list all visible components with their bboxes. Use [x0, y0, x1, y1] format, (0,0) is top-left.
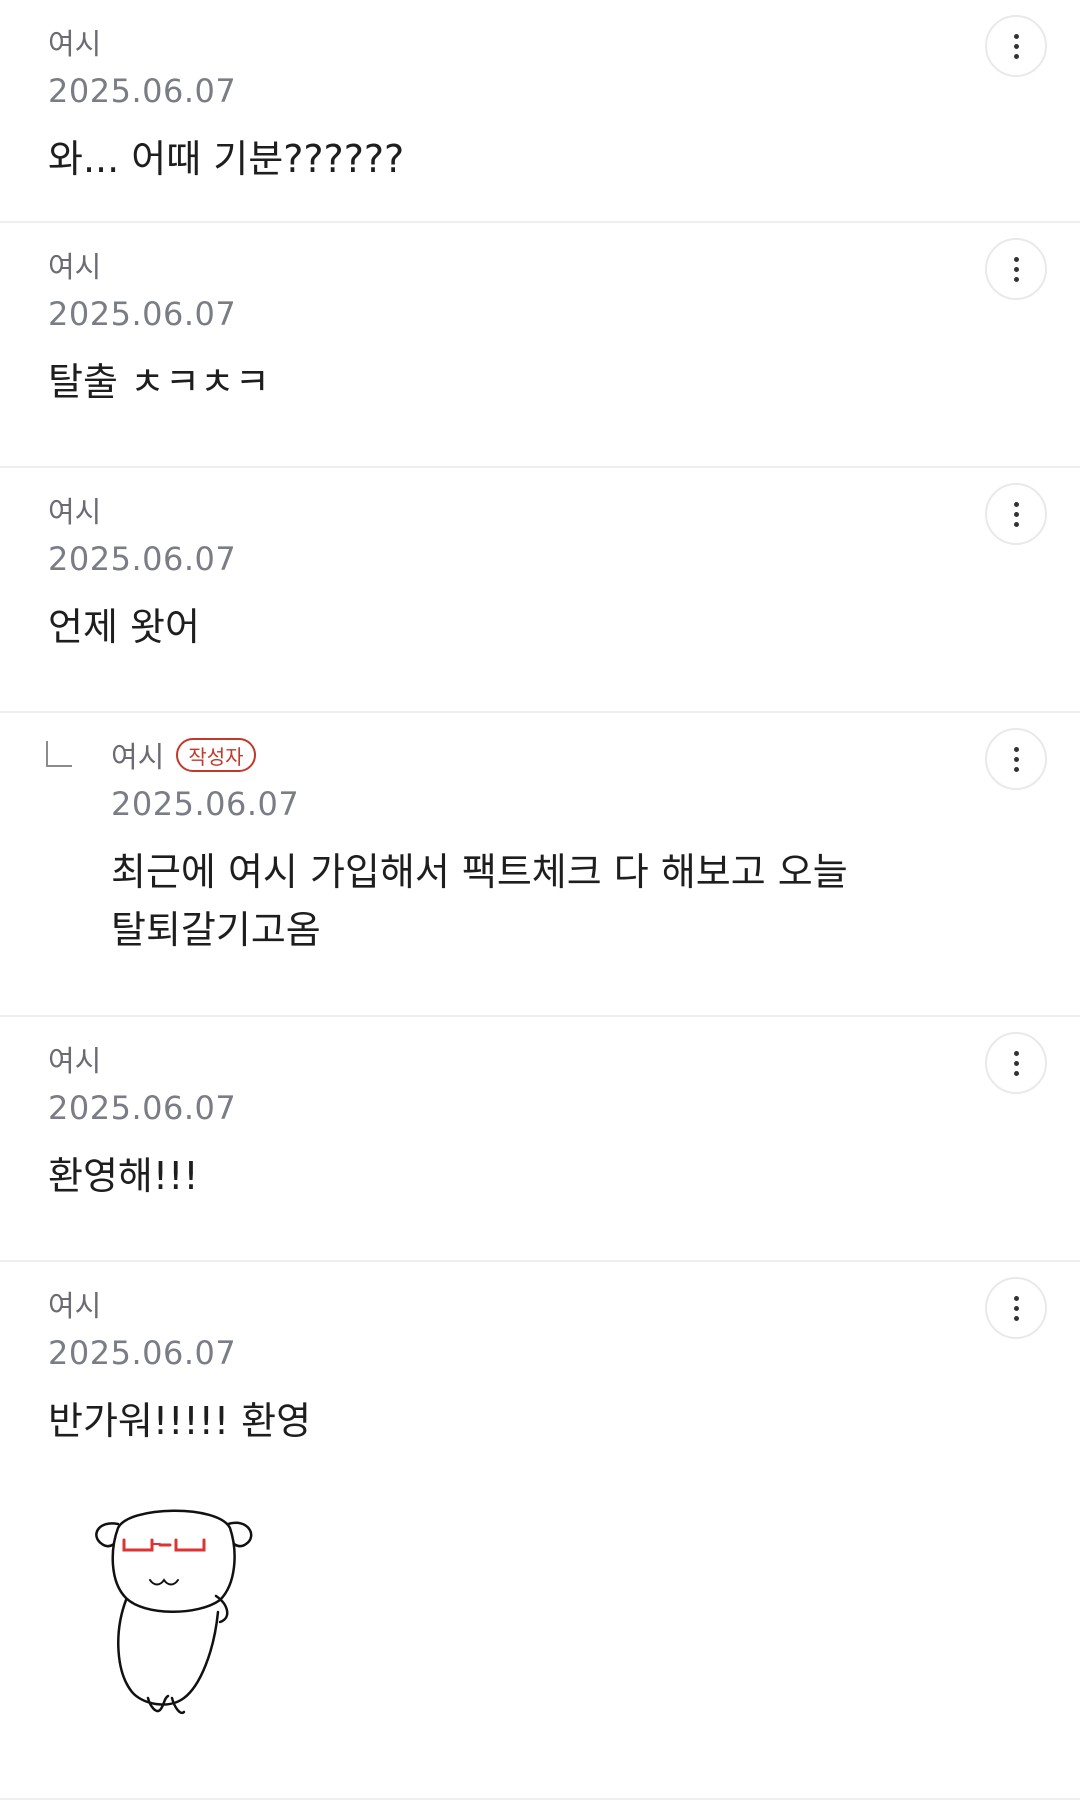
comment-text: 최근에 여시 가입해서 팩트체크 다 해보고 오늘 탈퇴갈기고옴 [111, 843, 848, 959]
comment-item: 여시 2025.06.07 언제 왓어 [0, 468, 1080, 713]
comment-author[interactable]: 여시 [48, 1041, 101, 1081]
more-vertical-icon [1014, 1296, 1019, 1301]
comment-date: 2025.06.07 [111, 785, 300, 823]
more-options-button[interactable] [985, 1277, 1047, 1339]
comment-item: 여시 2025.06.07 환영해!!! [0, 1017, 1080, 1262]
reply-comment-item: 여시 작성자 2025.06.07 최근에 여시 가입해서 팩트체크 다 해보고 … [0, 713, 1080, 1017]
more-options-button[interactable] [985, 238, 1047, 300]
more-vertical-icon [1014, 257, 1019, 262]
comment-text: 와... 어때 기분?????? [48, 137, 405, 181]
comment-item: 여시 2025.06.07 반가워!!!!! 환영 [0, 1262, 1080, 1800]
more-options-button[interactable] [985, 1032, 1047, 1094]
comment-list: 여시 2025.06.07 와... 어때 기분?????? 여시 2025.0… [0, 0, 1080, 1800]
comment-text: 언제 왓어 [48, 605, 200, 649]
more-options-button[interactable] [985, 728, 1047, 790]
comment-date: 2025.06.07 [48, 1089, 237, 1127]
comment-author[interactable]: 여시 [48, 24, 101, 64]
dog-with-glasses-sticker [95, 1509, 253, 1715]
comment-date: 2025.06.07 [48, 1334, 237, 1372]
more-vertical-icon [1014, 502, 1019, 507]
comment-date: 2025.06.07 [48, 295, 237, 333]
more-vertical-icon [1014, 747, 1019, 752]
comment-author: 여시 작성자 [111, 737, 256, 777]
reply-arrow-icon [46, 741, 72, 767]
comment-author[interactable]: 여시 [48, 1286, 101, 1326]
more-options-button[interactable] [985, 483, 1047, 545]
comment-item: 여시 2025.06.07 탈출 ㅊㅋㅊㅋ [0, 223, 1080, 468]
more-vertical-icon [1014, 34, 1019, 39]
more-options-button[interactable] [985, 15, 1047, 77]
author-badge: 작성자 [176, 738, 256, 772]
more-vertical-icon [1014, 1051, 1019, 1056]
comment-author[interactable]: 여시 [48, 247, 101, 287]
comment-date: 2025.06.07 [48, 540, 237, 578]
comment-text-line: 탈퇴갈기고옴 [111, 908, 321, 952]
comment-author-name[interactable]: 여시 [111, 740, 164, 774]
comment-text-line: 최근에 여시 가입해서 팩트체크 다 해보고 오늘 [111, 850, 848, 894]
comment-text: 반가워!!!!! 환영 [48, 1399, 312, 1443]
comment-date: 2025.06.07 [48, 72, 237, 110]
comment-text: 탈출 ㅊㅋㅊㅋ [48, 360, 270, 404]
comment-item: 여시 2025.06.07 와... 어때 기분?????? [0, 0, 1080, 223]
comment-author[interactable]: 여시 [48, 492, 101, 532]
comment-text: 환영해!!! [48, 1154, 199, 1198]
